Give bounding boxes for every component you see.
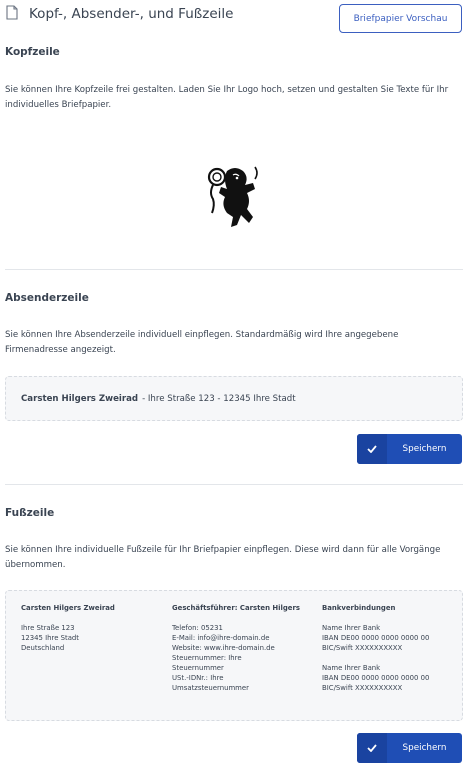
- save-button-label: Speichern: [402, 444, 447, 454]
- footer-line: Ihre Straße 123: [21, 624, 75, 632]
- page-header: Kopf-, Absender-, und Fußzeile Briefpapi…: [0, 0, 469, 40]
- sender-company-name: Carsten Hilgers Zweirad: [21, 393, 139, 404]
- check-icon: [357, 434, 387, 464]
- section-divider: [5, 484, 463, 485]
- footer-line-spacer: [322, 653, 429, 663]
- sender-address: - Ihre Straße 123 - 12345 Ihre Stadt: [142, 393, 296, 404]
- footer-line: BIC/Swift XXXXXXXXXX: [322, 644, 403, 652]
- footer-line: IBAN DE00 0000 0000 0000 00: [322, 674, 430, 682]
- sender-section-title: Absenderzeile: [5, 292, 89, 304]
- footer-line: Deutschland: [21, 644, 65, 652]
- footer-column-heading: Carsten Hilgers Zweirad: [21, 604, 115, 612]
- footer-line: Name Ihrer Bank: [322, 664, 381, 672]
- footer-line: Telefon: 05231: [172, 624, 223, 632]
- document-icon: [6, 5, 18, 20]
- page-title: Kopf-, Absender-, und Fußzeile: [29, 6, 234, 22]
- footer-line: Steuernummer: [172, 664, 224, 672]
- sender-line-editor[interactable]: Carsten Hilgers Zweirad - Ihre Straße 12…: [5, 376, 463, 421]
- header-section-title: Kopfzeile: [5, 46, 60, 58]
- footer-line: Steuernummer: Ihre: [172, 654, 242, 662]
- footer-column-company: Carsten Hilgers Zweirad Ihre Straße 123 …: [21, 604, 115, 653]
- letterhead-preview-button[interactable]: Briefpapier Vorschau: [339, 4, 462, 33]
- footer-column-heading: Bankverbindungen: [322, 604, 396, 612]
- footer-line: Umsatzsteuernummer: [172, 684, 249, 692]
- footer-editor[interactable]: Carsten Hilgers Zweirad Ihre Straße 123 …: [5, 590, 463, 721]
- footer-line: E-Mail: info@ihre-domain.de: [172, 634, 270, 642]
- save-button-label: Speichern: [402, 743, 447, 753]
- footer-line: USt.-IDNr.: Ihre: [172, 674, 224, 682]
- footer-section-description: Sie können Ihre individuelle Fußzeile fü…: [5, 545, 441, 570]
- footer-line: Website: www.ihre-domain.de: [172, 644, 275, 652]
- footer-line: 12345 Ihre Stadt: [21, 634, 79, 642]
- lion-logo-icon[interactable]: [203, 163, 263, 229]
- save-footer-button[interactable]: Speichern: [357, 733, 462, 763]
- sender-section-description: Sie können Ihre Absenderzeile individuel…: [5, 330, 399, 355]
- section-divider: [5, 269, 463, 270]
- footer-column-heading: Geschäftsführer: Carsten Hilgers: [172, 604, 300, 612]
- footer-column-management: Geschäftsführer: Carsten Hilgers Telefon…: [172, 604, 300, 693]
- footer-section-title: Fußzeile: [5, 507, 55, 519]
- save-sender-button[interactable]: Speichern: [357, 434, 462, 464]
- footer-line: BIC/Swift XXXXXXXXXX: [322, 684, 403, 692]
- footer-column-bank: Bankverbindungen Name Ihrer Bank IBAN DE…: [322, 604, 429, 693]
- check-icon: [357, 733, 387, 763]
- footer-line: IBAN DE00 0000 0000 0000 00: [322, 634, 430, 642]
- footer-line: Name Ihrer Bank: [322, 624, 381, 632]
- header-section-description: Sie können Ihre Kopfzeile frei gestalten…: [5, 85, 449, 110]
